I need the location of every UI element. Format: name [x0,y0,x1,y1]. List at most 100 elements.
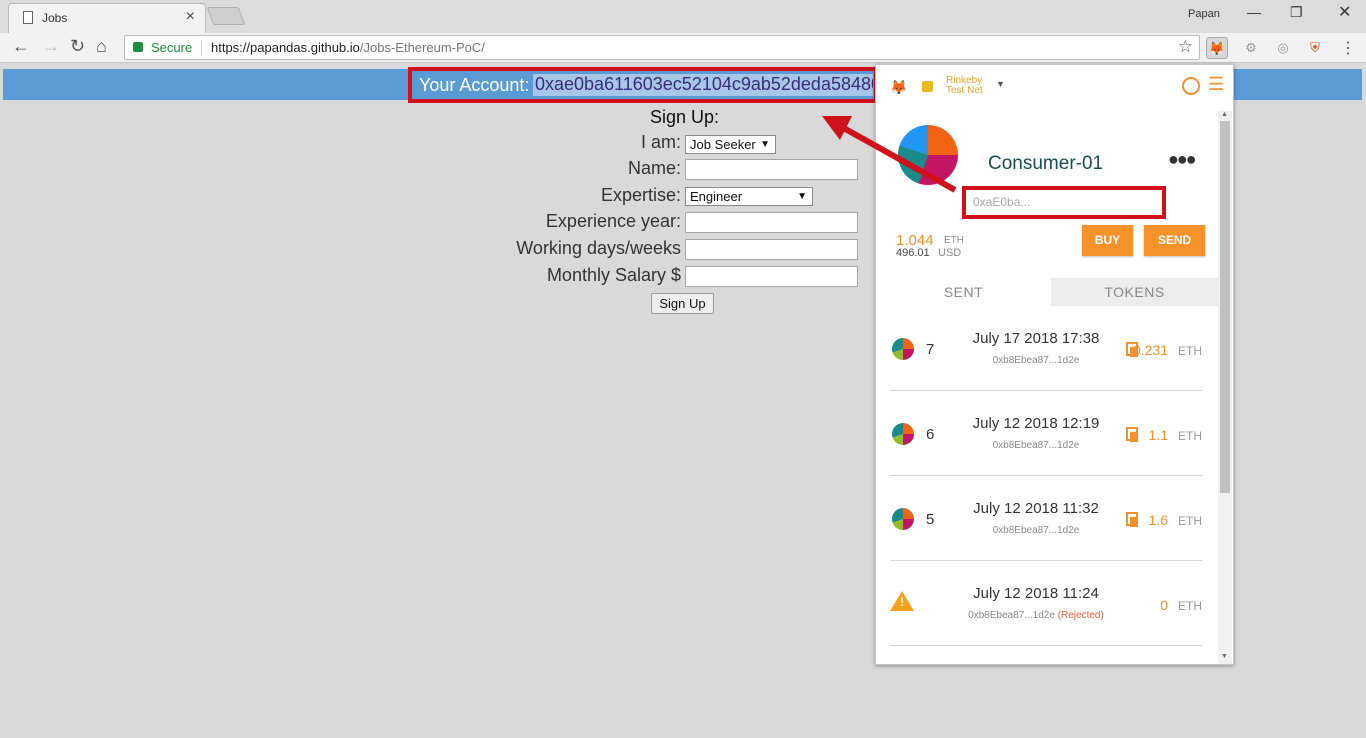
experience-input[interactable] [685,212,858,233]
tx-date: July 12 2018 11:24 [973,585,1099,602]
tab-title: Jobs [42,11,68,25]
copy-icon[interactable] [1126,512,1138,527]
window-close-icon[interactable]: ✕ [1338,2,1351,22]
metamask-extension-icon[interactable]: 🦊 [1206,37,1228,59]
tx-avatar-icon [892,508,914,530]
url-text: https://papandas.github.io/Jobs-Ethereum… [211,40,485,55]
i-am-select[interactable]: Job Seeker ▼ [685,135,776,154]
tx-address: 0xb8Ebea87...1d2e [950,525,1122,536]
secure-label: Secure [151,40,193,55]
extension-circle-icon[interactable]: ◎ [1272,37,1294,59]
metamask-tabs: SENT TOKENS [876,278,1218,306]
tx-value: 1.6 [1148,512,1168,528]
send-button[interactable]: SEND [1144,225,1205,256]
tx-address-text: 0xb8Ebea87...1d2e [992,440,1080,451]
balance-usd: 496.01 [896,247,930,259]
scroll-up-icon[interactable]: ▲ [1221,111,1228,118]
tx-address-text: 0xb8Ebea87...1d2e [968,610,1055,621]
tx-value: 0 [1160,597,1168,613]
tx-unit: ETH [1178,599,1202,613]
buy-button[interactable]: BUY [1082,225,1133,256]
page-icon [23,11,33,24]
name-input[interactable] [685,159,858,180]
scroll-down-icon[interactable]: ▼ [1221,653,1228,660]
tx-nonce: 7 [926,341,935,358]
tx-date: July 12 2018 11:32 [973,500,1099,517]
account-switch-icon[interactable] [1182,77,1200,95]
url-path: /Jobs-Ethereum-PoC/ [359,40,485,55]
tx-value: 0.231 [1132,342,1168,358]
extension-shield-icon[interactable]: ⛨ [1304,37,1326,59]
metamask-fox-icon: 🦊 [890,79,908,95]
browser-toolbar: ← → ↻ ⌂ Secure https://papandas.github.i… [0,33,1366,63]
new-tab-button[interactable] [206,7,246,25]
network-caret-icon[interactable]: ▼ [996,79,1005,89]
tx-unit: ETH [1178,344,1202,358]
balance-usd-unit: USD [938,247,962,259]
i-am-value: Job Seeker [690,137,756,152]
tab-close-icon[interactable]: × [186,8,195,26]
network-indicator [922,81,933,92]
tx-address: 0xb8Ebea87...1d2e (Rejected) [950,610,1122,621]
home-icon[interactable]: ⌂ [96,36,107,57]
tx-address-text: 0xb8Ebea87...1d2e [992,525,1080,536]
restore-icon[interactable]: ❐ [1290,4,1303,21]
transaction-row[interactable]: 5 July 12 2018 11:32 0xb8Ebea87...1d2e 1… [890,476,1202,561]
tx-nonce: 6 [926,426,935,443]
salary-label: Monthly Salary $ [546,265,681,285]
signup-title: Sign Up: [650,107,720,127]
select-arrow-icon: ▼ [797,191,807,202]
address-bar[interactable]: Secure https://papandas.github.io/Jobs-E… [124,35,1200,60]
account-name: Consumer-01 [988,153,1104,174]
experience-label: Experience year: [545,211,681,231]
metamask-popup: 🦊 Rinkeby Test Net ▼ ☰ Consumer-01 ●●● 0… [875,64,1234,665]
select-arrow-icon: ▼ [760,139,770,150]
copy-icon[interactable] [1126,427,1138,442]
working-days-input[interactable] [685,239,858,260]
signup-button[interactable]: Sign Up [651,293,714,314]
bookmark-star-icon[interactable]: ☆ [1178,37,1193,57]
tab-sent[interactable]: SENT [876,278,1051,306]
transaction-row[interactable]: 6 July 12 2018 12:19 0xb8Ebea87...1d2e 1… [890,391,1202,476]
browser-menu-icon[interactable]: ⋮ [1340,38,1356,58]
reload-icon[interactable]: ↻ [70,36,85,57]
i-am-label: I am: [640,132,681,152]
arrow-head [822,116,852,140]
network-type: Test Net [946,85,983,96]
working-days-label: Working days/weeks [516,238,681,258]
tab-strip: Jobs × Papan — ❐ ✕ [0,0,1366,33]
balance-eth-unit: ETH [944,235,964,246]
account-options-icon[interactable]: ●●● [1168,149,1197,170]
warning-icon: ! [890,591,914,611]
tx-date: July 17 2018 17:38 [972,330,1100,347]
account-highlight-box [408,67,878,103]
expertise-label: Expertise: [600,185,681,205]
tx-address: 0xb8Ebea87...1d2e [950,440,1122,451]
profile-name[interactable]: Papan [1188,8,1220,20]
account-address-short[interactable]: 0xaE0ba... [973,195,1030,209]
network-selector[interactable]: Rinkeby Test Net [946,76,983,96]
tab-tokens[interactable]: TOKENS [1051,278,1218,306]
browser-tab[interactable]: Jobs × [8,3,206,33]
tx-unit: ETH [1178,514,1202,528]
hamburger-menu-icon[interactable]: ☰ [1208,74,1224,95]
metamask-scrollbar[interactable]: ▲ ▼ [1218,111,1232,664]
transaction-row[interactable]: ! July 12 2018 11:24 0xb8Ebea87...1d2e (… [890,561,1202,646]
tx-nonce: 5 [926,511,935,528]
scrollbar-thumb[interactable] [1220,121,1230,493]
tx-value: 1.1 [1148,427,1168,443]
minimize-icon[interactable]: — [1247,4,1261,20]
name-label: Name: [627,158,681,178]
salary-input[interactable] [685,266,858,287]
expertise-value: Engineer [690,189,743,204]
expertise-select[interactable]: Engineer ▼ [685,187,813,206]
lock-icon [133,42,143,52]
url-host: https://papandas.github.io [211,40,360,55]
forward-icon[interactable]: → [42,36,60,57]
back-icon[interactable]: ← [12,36,30,57]
tx-avatar-icon [892,338,914,360]
tx-status: (Rejected) [1057,610,1104,621]
extension-gear-icon[interactable]: ⚙ [1240,37,1262,59]
tx-address: 0xb8Ebea87...1d2e [950,355,1122,366]
transaction-row[interactable]: 7 July 17 2018 17:38 0xb8Ebea87...1d2e 0… [890,306,1202,391]
